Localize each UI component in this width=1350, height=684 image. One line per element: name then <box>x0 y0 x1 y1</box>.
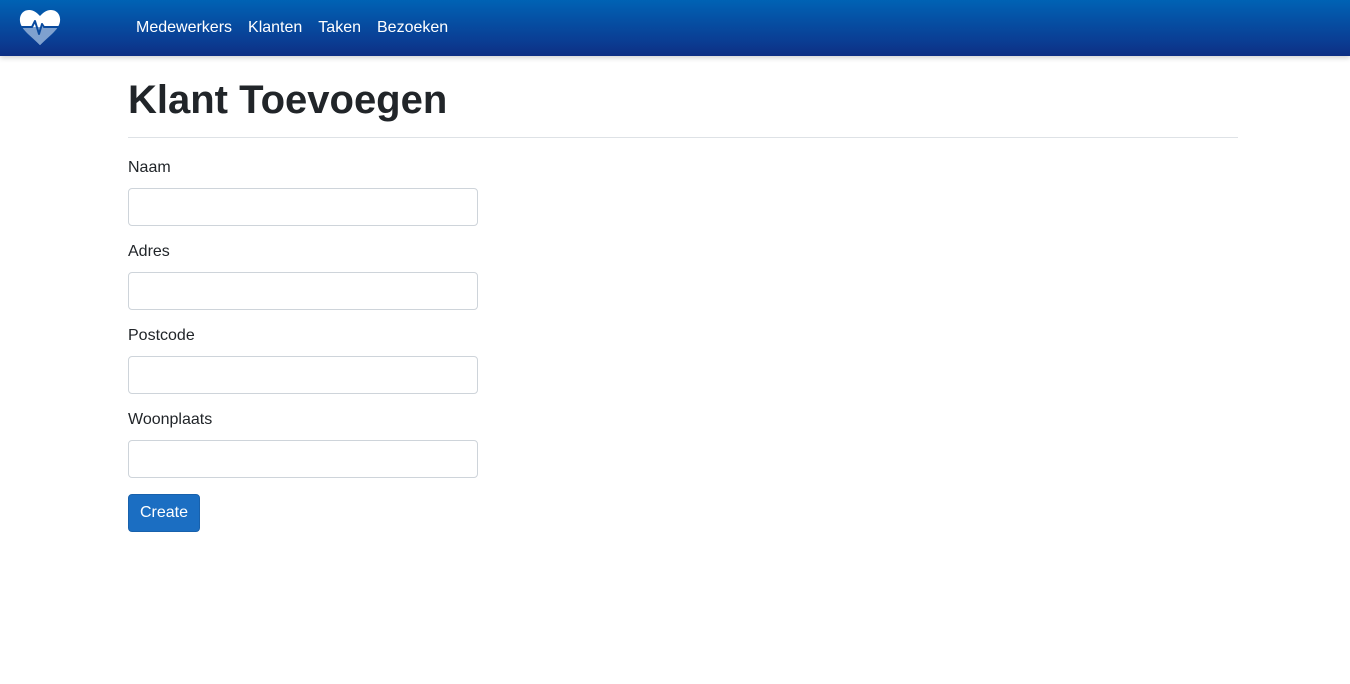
postcode-input[interactable] <box>128 356 478 394</box>
naam-label: Naam <box>128 159 171 176</box>
title-divider <box>128 137 1238 138</box>
top-navbar: Medewerkers Klanten Taken Bezoeken <box>0 0 1350 56</box>
woonplaats-input[interactable] <box>128 440 478 478</box>
form-group-postcode: Postcode <box>128 326 1238 394</box>
adres-input[interactable] <box>128 272 478 310</box>
heart-pulse-icon[interactable] <box>18 7 62 47</box>
form-group-adres: Adres <box>128 242 1238 310</box>
main-content: Klant Toevoegen Naam Adres Postcode Woon… <box>128 56 1238 532</box>
form-group-naam: Naam <box>128 158 1238 226</box>
create-button[interactable]: Create <box>128 494 200 532</box>
form-group-woonplaats: Woonplaats <box>128 410 1238 478</box>
postcode-label: Postcode <box>128 327 195 344</box>
nav-link-taken[interactable]: Taken <box>318 19 361 37</box>
page-title: Klant Toevoegen <box>128 78 448 122</box>
add-client-form: Naam Adres Postcode Woonplaats Create <box>128 158 1238 532</box>
adres-label: Adres <box>128 243 170 260</box>
naam-input[interactable] <box>128 188 478 226</box>
nav-link-klanten[interactable]: Klanten <box>248 19 302 37</box>
nav-links: Medewerkers Klanten Taken Bezoeken <box>136 0 448 56</box>
nav-link-medewerkers[interactable]: Medewerkers <box>136 19 232 37</box>
woonplaats-label: Woonplaats <box>128 411 213 428</box>
nav-link-bezoeken[interactable]: Bezoeken <box>377 19 448 37</box>
